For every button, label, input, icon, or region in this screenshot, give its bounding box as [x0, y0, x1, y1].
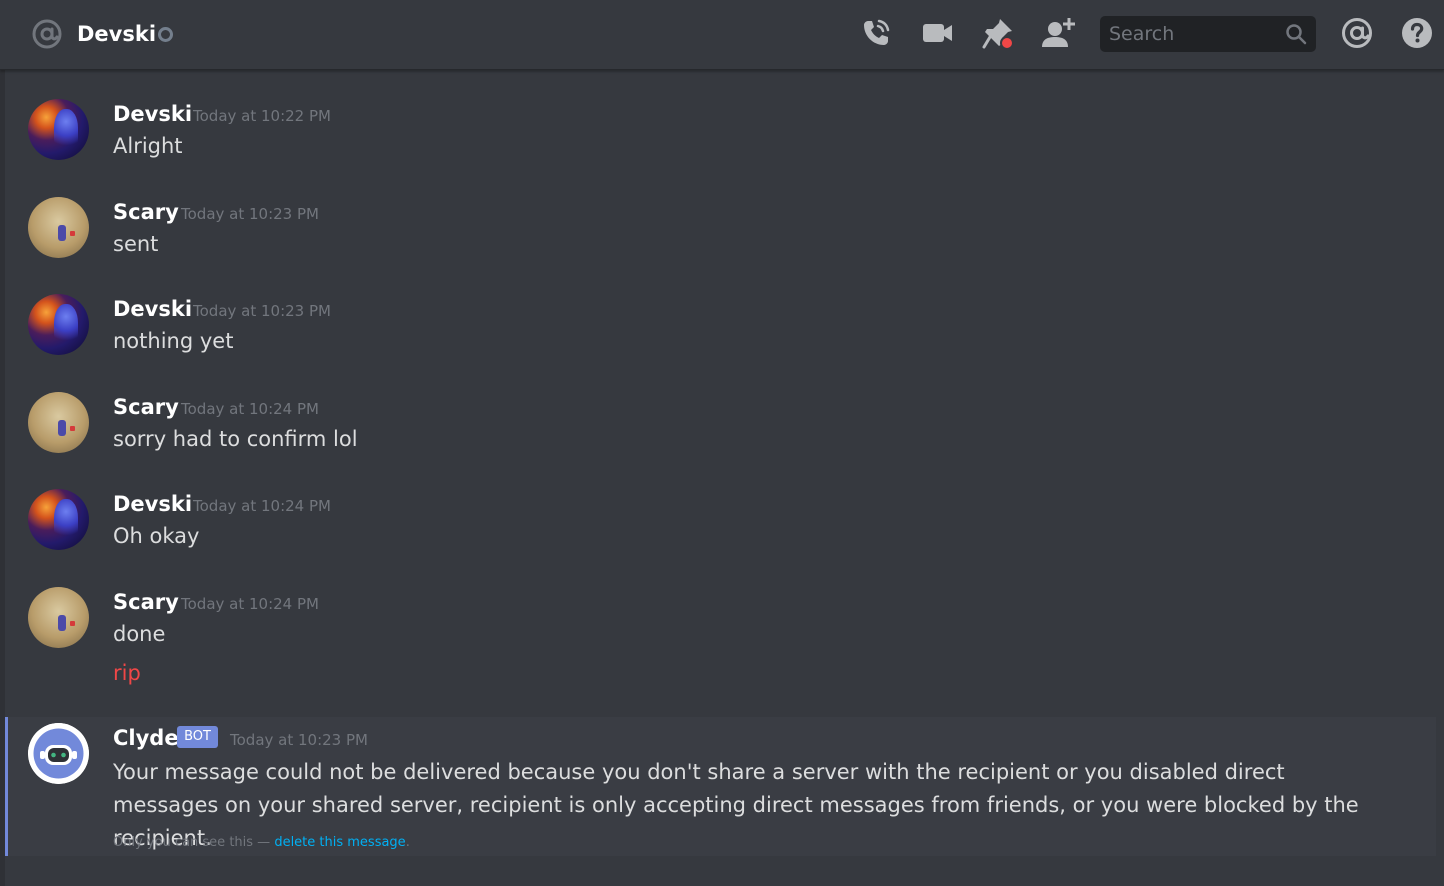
message-text: done	[113, 622, 166, 646]
ephemeral-note-prefix: Only you can see this —	[113, 835, 275, 850]
avatar[interactable]	[28, 99, 89, 160]
avatar[interactable]	[28, 294, 89, 355]
message-text: sorry had to confirm lol	[113, 427, 358, 451]
at-sign-icon	[31, 18, 63, 50]
add-user-icon[interactable]	[1041, 16, 1075, 50]
dm-chat-window: Devski Search Devski Today at 10:22 PM A…	[0, 0, 1444, 886]
clyde-timestamp: Today at 10:23 PM	[230, 731, 368, 749]
search-input[interactable]: Search	[1100, 16, 1316, 52]
message-username[interactable]: Devski	[113, 295, 192, 323]
search-placeholder: Search	[1109, 23, 1175, 45]
message-timestamp: Today at 10:23 PM	[193, 302, 331, 320]
mentions-icon[interactable]	[1340, 16, 1374, 50]
message-list: Devski Today at 10:22 PM Alright Scary T…	[0, 71, 1444, 886]
bot-icon	[28, 723, 89, 784]
avatar[interactable]	[28, 392, 89, 453]
message-timestamp: Today at 10:24 PM	[181, 400, 319, 418]
call-icon[interactable]	[859, 16, 893, 50]
avatar[interactable]	[28, 489, 89, 550]
pin-icon[interactable]	[981, 16, 1015, 50]
ephemeral-note: Only you can see this — delete this mess…	[113, 833, 410, 853]
search-icon	[1285, 23, 1307, 45]
channel-name[interactable]: Devski	[77, 19, 156, 49]
avatar[interactable]	[28, 197, 89, 258]
message-username[interactable]: Devski	[113, 100, 192, 128]
avatar[interactable]	[28, 587, 89, 648]
message-text: sent	[113, 232, 159, 256]
message-username[interactable]: Scary	[113, 588, 179, 616]
channel-header: Devski Search	[0, 0, 1444, 70]
video-icon[interactable]	[920, 16, 954, 50]
bot-badge: BOT	[177, 726, 218, 748]
message-timestamp: Today at 10:23 PM	[181, 205, 319, 223]
help-icon[interactable]	[1400, 16, 1434, 50]
message-timestamp: Today at 10:22 PM	[193, 107, 331, 125]
delete-message-link[interactable]: delete this message	[274, 835, 405, 850]
clyde-username[interactable]: Clyde	[113, 724, 179, 752]
message-username[interactable]: Devski	[113, 490, 192, 518]
message-username[interactable]: Scary	[113, 198, 179, 226]
message-timestamp: Today at 10:24 PM	[193, 497, 331, 515]
message-text: nothing yet	[113, 329, 234, 353]
failed-message-text: rip	[113, 661, 141, 685]
message-text: Oh okay	[113, 524, 200, 548]
message-text: Alright	[113, 134, 183, 158]
ephemeral-note-suffix: .	[405, 835, 410, 850]
message-timestamp: Today at 10:24 PM	[181, 595, 319, 613]
clyde-avatar[interactable]	[28, 723, 89, 784]
status-offline-icon	[158, 27, 173, 42]
message-username[interactable]: Scary	[113, 393, 179, 421]
